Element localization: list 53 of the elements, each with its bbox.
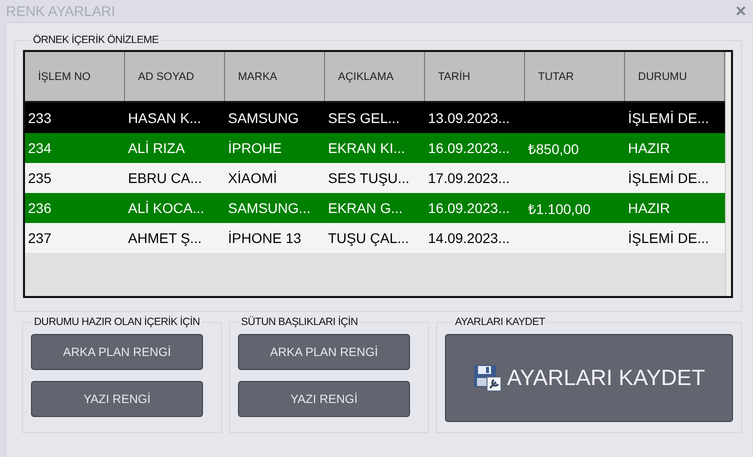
table-row[interactable]: 233 HASAN K... SAMSUNG SES GEL... 13.09.2023... İŞLEMİ DE... [25,103,725,133]
group-title: SÜTUN BAŞLIKLARI İÇİN [240,316,359,328]
table-cell-text: 13.09.2023... [427,109,511,128]
column-header[interactable]: TARİH [425,52,525,101]
table-cell-text: 236 [27,199,52,218]
table-cell-text: 234 [27,139,52,158]
table-cell-text: İŞLEMİ DE... [627,229,710,248]
table-cell-text: ALİ RIZA [127,139,186,158]
table-cell-text: SAMSUNG... [227,199,312,218]
column-header[interactable]: MARKA [225,52,325,101]
table-cell-text: EKRAN KI... [327,139,406,158]
table-cell-text: İPROHE [227,139,283,158]
table-row[interactable]: 235 EBRU CA... XİAOMİ SES TUŞU... 17.09.2023... İŞLEMİ DE... [25,163,725,193]
group-title: DURUMU HAZIR OLAN İÇERİK İÇİN [33,316,201,328]
table-row[interactable]: 237 AHMET Ş... İPHONE 13 TUŞU ÇAL... 14.09.2023... İŞLEMİ DE... [25,223,725,253]
table-cell-text: EBRU CA... [127,169,203,188]
table-row[interactable]: 236 ALİ KOCA... SAMSUNG... EKRAN G... 16.09.2023... ₺1.100,00 HAZIR [25,193,725,223]
color-button[interactable]: ARKA PLAN RENGİ [31,334,203,370]
table-cell-text: ₺850,00 [527,140,580,158]
group-title: ÖRNEK İÇERİK ÖNİZLEME [32,34,160,46]
table-cell-text: TUŞU ÇAL... [327,229,410,248]
table-cell-text: 17.09.2023... [427,169,511,188]
table-cell-text: 16.09.2023... [427,199,511,218]
color-button[interactable]: YAZI RENGİ [238,381,410,417]
table-cell-text: EKRAN G... [327,199,404,218]
table-cell-text: HAZIR [627,139,671,158]
group-title: AYARLARI KAYDET [454,316,546,328]
table-cell-text: 14.09.2023... [427,229,511,248]
table-cell-text: 237 [27,229,52,248]
color-button[interactable]: YAZI RENGİ [31,381,203,417]
table-cell-text: HAZIR [627,199,671,218]
table-cell-text: 233 [27,109,52,128]
table-cell-text: SES TUŞU... [327,169,410,188]
table-cell-text: ALİ KOCA... [127,199,206,218]
save-button[interactable]: AYARLARI KAYDET [445,334,733,422]
table-cell-text: İŞLEMİ DE... [627,109,710,128]
table-cell-text: 16.09.2023... [427,139,511,158]
table-cell-text: HASAN K... [127,109,202,128]
color-button[interactable]: ARKA PLAN RENGİ [238,334,410,370]
table-cell-text: 235 [27,169,52,188]
table-cell-text: AHMET Ş... [127,229,203,248]
table-row[interactable]: 234 ALİ RIZA İPROHE EKRAN KI... 16.09.2023... ₺850,00 HAZIR [25,133,725,163]
table-cell-text: İPHONE 13 [227,229,302,248]
column-header[interactable]: İŞLEM NO [25,52,125,101]
column-header[interactable]: AÇIKLAMA [325,52,425,101]
table-cell-text: SES GEL... [327,109,401,128]
table-cell-text: İŞLEMİ DE... [627,169,710,188]
floppy-disk-icon [472,363,503,393]
table-cell-text: XİAOMİ [227,169,278,188]
column-header[interactable]: TUTAR [525,52,625,101]
table-cell-text: ₺1.100,00 [527,200,592,218]
table-cell-text: SAMSUNG [227,109,300,128]
column-header[interactable]: AD SOYAD [125,52,225,101]
